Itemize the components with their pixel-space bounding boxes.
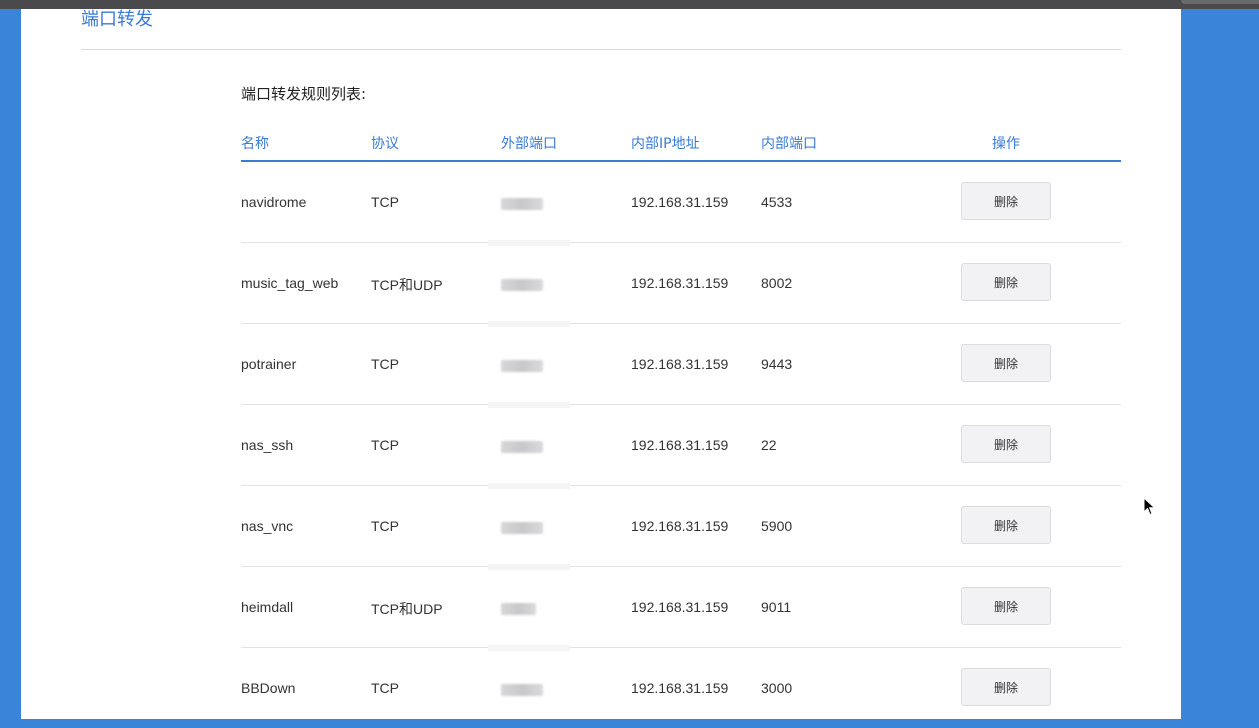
cell-external-port-redacted [501,359,543,375]
cell-internal-port: 8002 [761,275,793,291]
cell-external-port-redacted [501,521,543,537]
delete-button[interactable]: 删除 [961,668,1051,706]
cell-protocol: TCP [371,680,399,696]
table-row: nas_vnc TCP 192.168.31.159 5900 删除 [241,486,1121,570]
cell-protocol: TCP和UDP [371,601,443,617]
cell-protocol: TCP和UDP [371,277,443,293]
delete-button[interactable]: 删除 [961,182,1051,220]
cell-external-port-redacted [501,602,536,618]
cell-name: BBDown [241,680,296,696]
table-row: music_tag_web TCP和UDP 192.168.31.159 800… [241,243,1121,327]
content-panel: 端口转发 端口转发规则列表: 名称 协议 外部端口 内部IP地址 内部端口 操作… [21,9,1181,719]
header-protocol: 协议 [371,136,399,152]
cell-name: potrainer [241,356,297,372]
cell-internal-port: 9011 [761,599,792,615]
title-divider [81,49,1121,50]
cell-internal-ip: 192.168.31.159 [631,356,729,372]
cell-protocol: TCP [371,518,399,534]
cell-protocol: TCP [371,194,399,210]
cell-internal-ip: 192.168.31.159 [631,437,729,453]
cell-external-port-redacted [501,440,543,456]
cell-name: nas_vnc [241,518,294,534]
cell-internal-port: 3000 [761,680,793,696]
delete-button[interactable]: 删除 [961,425,1051,463]
table-row: heimdall TCP和UDP 192.168.31.159 9011 删除 [241,567,1121,651]
header-internal-ip: 内部IP地址 [631,136,700,152]
cell-internal-ip: 192.168.31.159 [631,194,729,210]
cell-name: nas_ssh [241,437,294,453]
port-forward-table: 名称 协议 外部端口 内部IP地址 内部端口 操作 navidrome TCP … [241,127,1121,728]
table-row: nas_ssh TCP 192.168.31.159 22 删除 [241,405,1121,489]
window-top-bar-tab [1181,0,1259,4]
delete-button[interactable]: 删除 [961,344,1051,382]
table-row: navidrome TCP 192.168.31.159 4533 删除 [241,162,1121,246]
page-title: 端口转发 [81,9,153,30]
cell-internal-ip: 192.168.31.159 [631,518,729,534]
header-actions: 操作 [992,136,1020,152]
cell-name: heimdall [241,599,294,615]
delete-button[interactable]: 删除 [961,587,1051,625]
header-name: 名称 [241,136,269,152]
table-row: BBDown TCP 192.168.31.159 3000 删除 [241,648,1121,728]
delete-button[interactable]: 删除 [961,263,1051,301]
cell-internal-ip: 192.168.31.159 [631,599,729,615]
cell-protocol: TCP [371,437,399,453]
cell-name: music_tag_web [241,275,339,291]
cell-internal-port: 4533 [761,194,793,210]
cell-protocol: TCP [371,356,399,372]
table-row: potrainer TCP 192.168.31.159 9443 删除 [241,324,1121,408]
cell-external-port-redacted [501,683,543,699]
mouse-pointer-icon [1143,497,1156,516]
section-label: 端口转发规则列表: [241,85,367,103]
cell-internal-ip: 192.168.31.159 [631,680,729,696]
header-external-port: 外部端口 [501,136,557,152]
cell-external-port-redacted [501,278,543,294]
window-top-bar [0,0,1259,9]
table-header: 名称 协议 外部端口 内部IP地址 内部端口 操作 [241,127,1121,162]
cell-internal-port: 9443 [761,356,793,372]
cell-name: navidrome [241,194,307,210]
delete-button[interactable]: 删除 [961,506,1051,544]
cell-internal-ip: 192.168.31.159 [631,275,729,291]
cell-internal-port: 5900 [761,518,793,534]
header-internal-port: 内部端口 [761,136,817,152]
cell-external-port-redacted [501,197,543,213]
cell-internal-port: 22 [761,437,777,453]
